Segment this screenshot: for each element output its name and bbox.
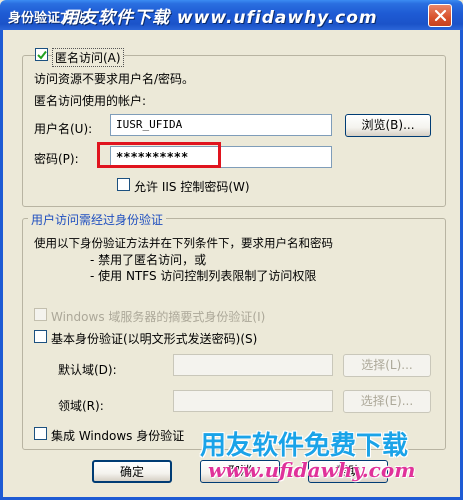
- allow-iis-checkbox[interactable]: [117, 178, 130, 191]
- digest-auth-label: Windows 域服务器的摘要式身份验证(I): [51, 310, 266, 324]
- allow-iis-label: 允许 IIS 控制密码(W): [134, 180, 250, 194]
- title-bar: 身份验证方法 用友软件下载 www.ufidawhy.com: [0, 0, 463, 30]
- realm-label: 领域(R):: [58, 399, 104, 413]
- watermark-cn: 用友软件免费下载: [200, 431, 409, 461]
- anonymous-label: 匿名访问(A): [52, 48, 124, 67]
- account-caption: 匿名访问使用的帐户:: [34, 94, 147, 108]
- integrated-auth-checkbox[interactable]: [34, 427, 47, 440]
- close-icon: [434, 9, 447, 22]
- default-domain-input[interactable]: [173, 354, 333, 376]
- realm-input[interactable]: [173, 390, 333, 412]
- basic-auth-label: 基本身份验证(以明文形式发送密码)(S): [51, 332, 258, 346]
- basic-auth-checkbox[interactable]: [34, 330, 47, 343]
- password-highlight: [97, 142, 221, 168]
- integrated-auth-label: 集成 Windows 身份验证: [51, 429, 185, 443]
- auth-desc-line3: - 使用 NTFS 访问控制列表限制了访问权限: [90, 269, 317, 283]
- check-icon: [37, 50, 47, 60]
- browse-button[interactable]: 浏览(B)...: [345, 114, 431, 137]
- watermark-url: www.ufidawhy.com: [208, 458, 416, 482]
- username-input[interactable]: IUSR_UFIDA: [110, 114, 332, 136]
- select-realm-button[interactable]: 选择(E)...: [343, 390, 431, 413]
- password-label: 密码(P):: [34, 152, 79, 166]
- auth-group-title: 用户访问需经过身份验证: [28, 211, 167, 228]
- default-domain-label: 默认域(D):: [58, 363, 117, 377]
- digest-auth-checkbox[interactable]: [34, 308, 47, 321]
- title-watermark: 用友软件下载 www.ufidawhy.com: [62, 8, 378, 28]
- anonymous-checkbox[interactable]: [35, 48, 48, 61]
- select-domain-button[interactable]: 选择(L)...: [343, 354, 431, 377]
- close-button[interactable]: [428, 4, 452, 27]
- auth-desc-line2: - 禁用了匿名访问，或: [90, 253, 207, 267]
- ok-button[interactable]: 确定: [92, 460, 172, 483]
- anonymous-desc: 访问资源不要求用户名/密码。: [34, 72, 195, 86]
- username-label: 用户名(U):: [34, 122, 93, 136]
- auth-desc-line1: 使用以下身份验证方法并在下列条件下，要求用户名和密码: [34, 236, 333, 250]
